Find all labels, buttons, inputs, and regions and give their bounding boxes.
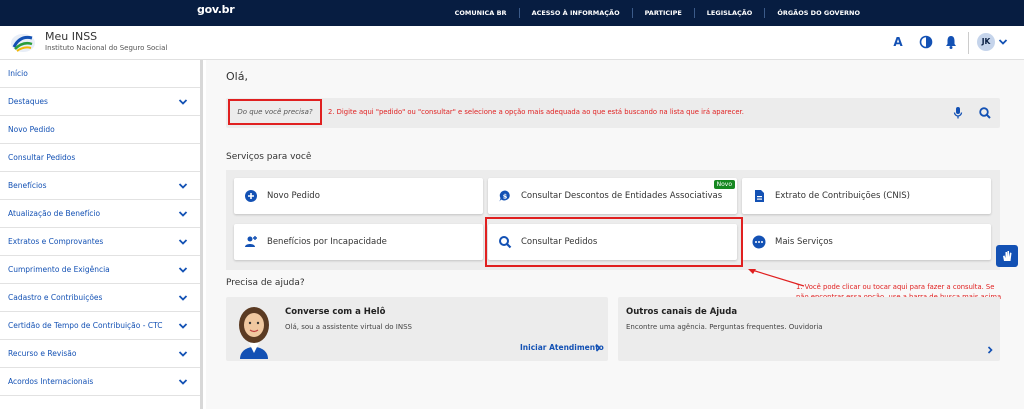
microphone-icon[interactable] xyxy=(952,106,964,120)
sidebar-menu: Início Destaques Novo Pedido Consultar Pedi… xyxy=(0,60,203,409)
chevron-right-icon[interactable] xyxy=(986,346,994,354)
gov-link-acesso[interactable]: ACESSO À INFORMAÇÃO xyxy=(518,8,632,18)
sidebar-item[interactable]: Recurso e Revisão xyxy=(0,340,200,368)
sidebar-item-label: Consultar Pedidos xyxy=(8,153,76,162)
service-extrato-cnis[interactable]: Extrato de Contribuições (CNIS) xyxy=(742,178,991,214)
sidebar-item[interactable]: Novo Pedido xyxy=(0,116,200,144)
sidebar-item[interactable]: Cadastro e Contribuições xyxy=(0,284,200,312)
gov-link-comunica[interactable]: COMUNICA BR xyxy=(443,8,519,18)
service-label: Consultar Pedidos xyxy=(521,237,598,247)
help-desc-helo: Olá, sou a assistente virtual do INSS xyxy=(285,323,412,331)
bell-icon[interactable] xyxy=(943,34,959,50)
helo-avatar xyxy=(239,307,269,359)
sidebar-item[interactable]: Extratos e Comprovantes xyxy=(0,228,200,256)
sidebar-item-label: Recurso e Revisão xyxy=(8,349,77,358)
service-label: Extrato de Contribuições (CNIS) xyxy=(775,191,910,201)
svg-text:$: $ xyxy=(503,193,508,201)
service-consultar-descontos[interactable]: $ Consultar Descontos de Entidades Assoc… xyxy=(488,178,737,214)
gov-link-participe[interactable]: PARTICIPE xyxy=(631,8,694,18)
service-novo-pedido[interactable]: Novo Pedido xyxy=(234,178,483,214)
help-title-canais: Outros canais de Ajuda xyxy=(626,307,738,317)
chevron-down-icon[interactable] xyxy=(178,349,188,359)
accessibility-button[interactable] xyxy=(996,245,1018,267)
chevron-down-icon[interactable] xyxy=(178,265,188,275)
sidebar-item-label: Benefícios xyxy=(8,181,47,190)
sidebar-item[interactable]: Cumprimento de Exigência xyxy=(0,256,200,284)
gov-link-legislacao[interactable]: LEGISLAÇÃO xyxy=(693,8,765,18)
sidebar-item[interactable]: Consultar Pedidos xyxy=(0,144,200,172)
greeting: Olá, xyxy=(226,70,248,83)
app-header: Meu INSS Instituto Nacional do Seguro So… xyxy=(0,26,1024,60)
plus-circle-icon xyxy=(245,190,257,202)
main-content: Olá, Do que você precisa? 2. Digite aqui… xyxy=(206,60,1024,409)
contrast-icon[interactable] xyxy=(918,34,934,50)
sidebar-item[interactable]: Certidão de Tempo de Contribuição - CTC xyxy=(0,312,200,340)
search-icon xyxy=(499,236,512,249)
chevron-down-icon[interactable] xyxy=(178,321,188,331)
services-title: Serviços para você xyxy=(226,152,312,162)
sidebar-item[interactable]: Início xyxy=(0,60,200,88)
sidebar-item-label: Extratos e Comprovantes xyxy=(8,237,104,246)
sidebar-item[interactable]: Atualização de Benefício xyxy=(0,200,200,228)
chevron-down-icon[interactable] xyxy=(178,181,188,191)
gov-top-bar: gov.br COMUNICA BR ACESSO À INFORMAÇÃO P… xyxy=(0,0,1024,26)
user-avatar[interactable]: JK xyxy=(977,33,995,51)
help-title-helo: Converse com a Helô xyxy=(285,307,386,317)
chevron-down-icon[interactable] xyxy=(178,377,188,387)
service-label: Consultar Descontos de Entidades Associa… xyxy=(521,191,723,201)
sidebar-item-label: Atualização de Benefício xyxy=(8,209,101,218)
app-title: Meu INSS xyxy=(45,30,98,43)
sidebar-item-label: Certidão de Tempo de Contribuição - CTC xyxy=(8,321,163,330)
chat-dollar-icon: $ xyxy=(499,190,510,202)
inss-logo-icon[interactable] xyxy=(10,32,36,54)
gov-links: COMUNICA BR ACESSO À INFORMAÇÃO PARTICIP… xyxy=(443,0,872,26)
search-bar[interactable]: Do que você precisa? 2. Digite aqui "ped… xyxy=(226,98,1000,128)
search-icon[interactable] xyxy=(978,106,992,120)
sidebar-item-label: Acordos Internacionais xyxy=(8,377,94,386)
header-separator xyxy=(968,32,969,54)
help-card-helo[interactable]: Converse com a Helô Olá, sou a assistent… xyxy=(226,297,608,361)
service-label: Mais Serviços xyxy=(775,237,833,247)
gov-link-orgaos[interactable]: ÓRGÃOS DO GOVERNO xyxy=(764,8,872,18)
sidebar-item-label: Novo Pedido xyxy=(8,125,55,134)
help-title: Precisa de ajuda? xyxy=(226,278,305,288)
chevron-down-icon[interactable] xyxy=(178,293,188,303)
hand-icon xyxy=(1003,251,1012,261)
service-consultar-pedidos[interactable]: Consultar Pedidos xyxy=(488,224,737,260)
service-mais-servicos[interactable]: Mais Serviços xyxy=(742,224,991,260)
search-annotation: 2. Digite aqui "pedido" ou "consultar" e… xyxy=(328,108,744,116)
chevron-down-icon[interactable] xyxy=(998,37,1008,47)
sidebar-item[interactable]: Destaques xyxy=(0,88,200,116)
govbr-logo[interactable]: gov.br xyxy=(197,3,235,16)
new-badge: Novo xyxy=(713,180,735,189)
chevron-right-icon[interactable] xyxy=(594,344,602,352)
services-panel: Novo Pedido $ Consultar Descontos de Ent… xyxy=(226,170,1000,270)
font-size-icon[interactable]: A xyxy=(890,34,906,50)
document-icon xyxy=(755,190,764,202)
service-label: Novo Pedido xyxy=(267,191,320,201)
more-icon xyxy=(752,235,766,249)
start-chat-link[interactable]: Iniciar Atendimento xyxy=(520,343,604,352)
chevron-down-icon[interactable] xyxy=(178,237,188,247)
app-subtitle: Instituto Nacional do Seguro Social xyxy=(45,44,168,52)
chevron-down-icon[interactable] xyxy=(178,209,188,219)
sidebar-item[interactable]: Acordos Internacionais xyxy=(0,368,200,396)
sidebar-item-label: Início xyxy=(8,69,28,78)
help-desc-canais: Encontre uma agência. Perguntas frequent… xyxy=(626,323,823,331)
service-beneficios-incapacidade[interactable]: Benefícios por Incapacidade xyxy=(234,224,483,260)
sidebar-item-label: Cumprimento de Exigência xyxy=(8,265,110,274)
sidebar-item[interactable]: Benefícios xyxy=(0,172,200,200)
search-input[interactable]: Do que você precisa? xyxy=(228,99,322,125)
sidebar-item-label: Destaques xyxy=(8,97,48,106)
sidebar-item-label: Cadastro e Contribuições xyxy=(8,293,103,302)
help-card-canais[interactable]: Outros canais de Ajuda Encontre uma agên… xyxy=(618,297,1000,361)
person-plus-icon xyxy=(245,236,257,247)
chevron-down-icon[interactable] xyxy=(178,97,188,107)
service-label: Benefícios por Incapacidade xyxy=(267,237,387,247)
